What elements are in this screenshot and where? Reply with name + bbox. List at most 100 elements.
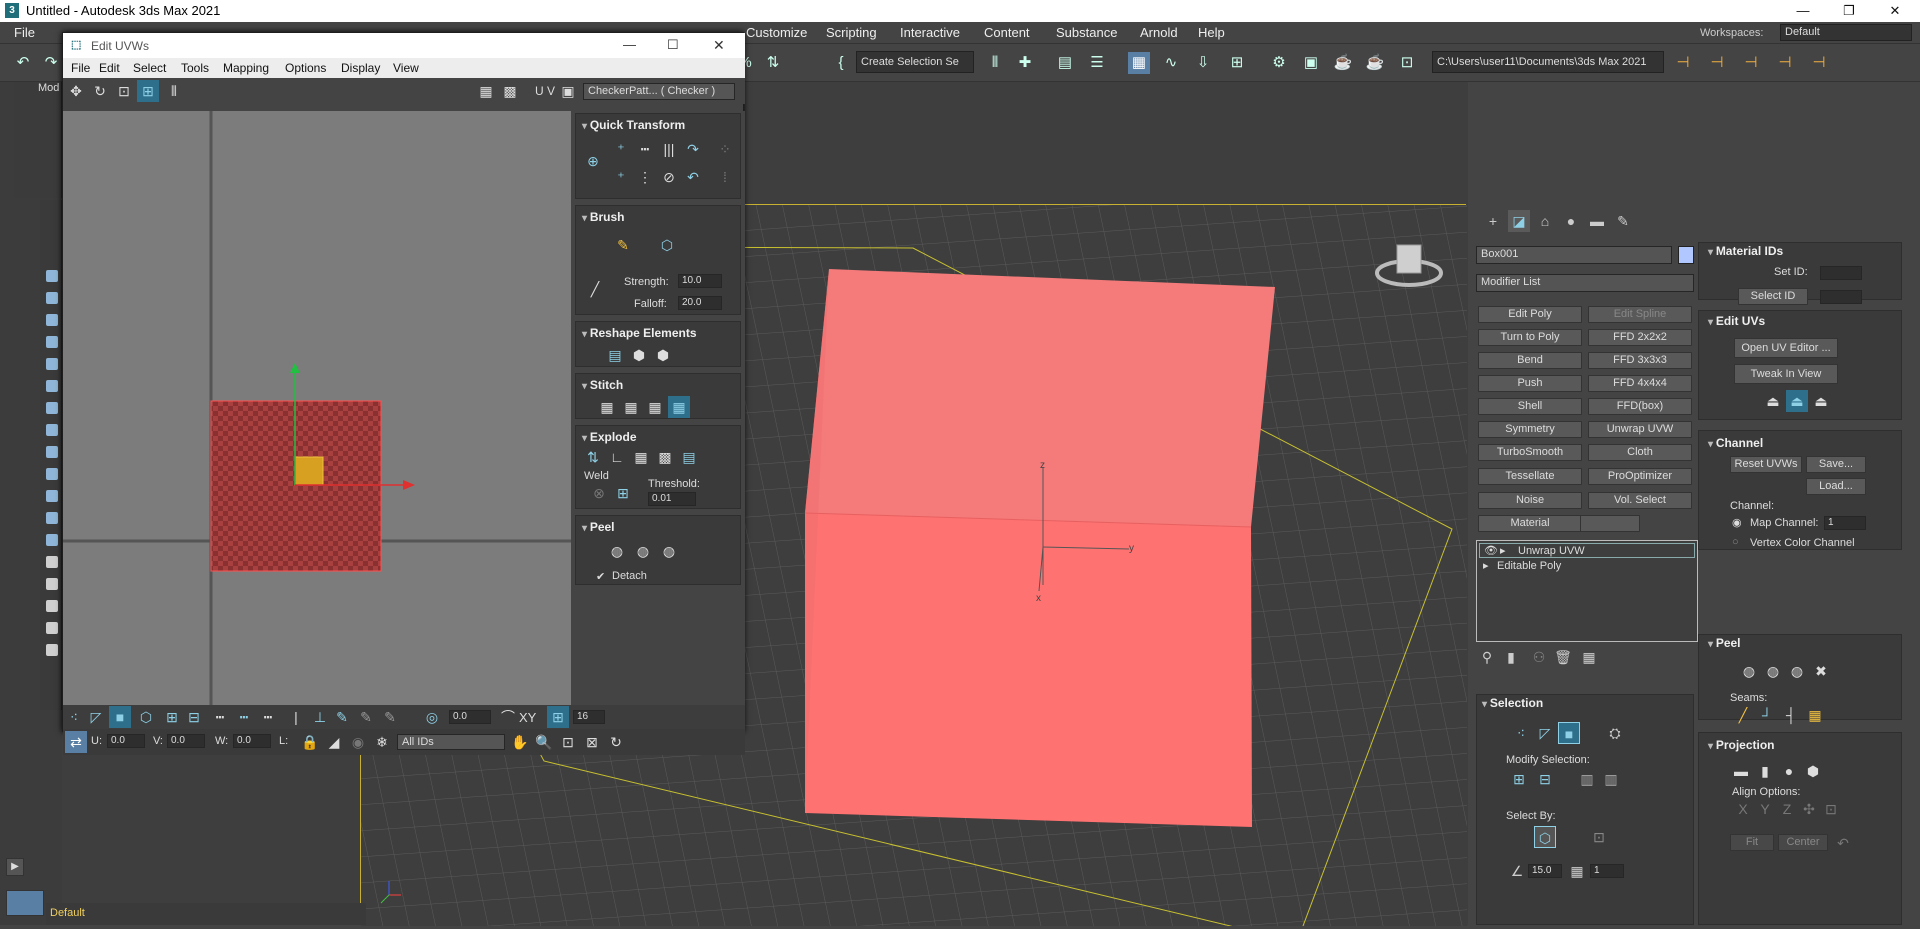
- helpers-icon[interactable]: [46, 380, 58, 392]
- reshape-title[interactable]: Reshape Elements: [582, 326, 697, 340]
- ribbon-icon[interactable]: ▦: [1128, 52, 1150, 74]
- stitch-custom-icon[interactable]: ▦: [596, 396, 618, 418]
- map-channel-spinner[interactable]: 1: [1824, 516, 1866, 530]
- object-color-swatch[interactable]: [1678, 246, 1694, 264]
- relax-icon[interactable]: ⬢: [652, 344, 674, 366]
- shrink-selection-icon[interactable]: ⊟: [1534, 768, 1556, 790]
- uv-loop-grow-icon[interactable]: ┅: [233, 706, 255, 728]
- planar-angle-spinner[interactable]: 15.0: [1528, 864, 1562, 878]
- explode-to-elements-icon[interactable]: ▤: [678, 446, 700, 468]
- uv-grow-icon[interactable]: ⊞: [161, 706, 183, 728]
- spinner-snap-icon[interactable]: ⇅: [762, 52, 784, 74]
- paint-tweak-icon[interactable]: ⏏: [1786, 390, 1808, 412]
- peel-mode-icon[interactable]: ◍: [1762, 660, 1784, 682]
- render-active-icon[interactable]: ☕: [1364, 52, 1386, 74]
- stitch-title[interactable]: Stitch: [582, 378, 623, 392]
- menu-customize[interactable]: Customize: [746, 25, 807, 40]
- peel-title[interactable]: Peel: [1708, 636, 1741, 650]
- hide-icon[interactable]: ◢: [323, 731, 345, 753]
- ids-dropdown[interactable]: All IDs: [397, 734, 505, 750]
- hierarchy-tab-icon[interactable]: ⌂: [1534, 210, 1556, 232]
- reset-peel-icon[interactable]: ◍: [1786, 660, 1808, 682]
- align-center-icon[interactable]: ⋮: [634, 166, 656, 188]
- xrefs-icon[interactable]: [46, 490, 58, 502]
- best-align-icon[interactable]: ✣: [1798, 798, 1820, 820]
- redo-icon[interactable]: ↷: [40, 52, 62, 74]
- planar-map-icon[interactable]: ▬: [1730, 760, 1752, 782]
- uv-grid-snap-icon[interactable]: ⊞: [547, 706, 569, 728]
- groups-icon[interactable]: [46, 424, 58, 436]
- grow-selection-icon[interactable]: ⊞: [1508, 768, 1530, 790]
- expand-icon[interactable]: ▸: [1483, 559, 1489, 572]
- modifier-shell-button[interactable]: Shell: [1478, 398, 1582, 415]
- set-project-icon[interactable]: ⊣: [1706, 52, 1728, 74]
- select-id-spinner[interactable]: [1820, 290, 1862, 304]
- modifier-ffdbox-button[interactable]: FFD(box): [1588, 398, 1692, 415]
- containers-icon[interactable]: [46, 468, 58, 480]
- display-icon[interactable]: [46, 270, 58, 282]
- filter-icon[interactable]: [46, 556, 58, 568]
- curve-editor-icon[interactable]: ∿: [1160, 52, 1182, 74]
- uv-quick-peel-icon[interactable]: ◍: [606, 540, 628, 562]
- linear-align-icon[interactable]: ⊘: [658, 166, 680, 188]
- set-pivot-icon[interactable]: ⊕: [582, 150, 604, 172]
- show-end-result-icon[interactable]: ▮: [1500, 646, 1522, 668]
- map-channel-radio-icon[interactable]: ◉: [1732, 516, 1742, 529]
- cylindrical-map-icon[interactable]: ▮: [1754, 760, 1776, 782]
- stack-item-editable-poly[interactable]: ▸ Editable Poly: [1479, 559, 1695, 574]
- explode-checker-icon[interactable]: ▩: [654, 446, 676, 468]
- edge-mode-icon[interactable]: ◸: [1534, 722, 1556, 744]
- remove-modifier-icon[interactable]: 🗑: [1552, 646, 1574, 668]
- align-z-icon[interactable]: Z: [1776, 798, 1798, 820]
- particles-icon[interactable]: [46, 512, 58, 524]
- modifier-unwrap-button[interactable]: Unwrap UVW: [1588, 421, 1692, 438]
- project-path-dropdown[interactable]: C:\Users\user11\Documents\3ds Max 2021: [1432, 51, 1664, 73]
- uv-peel-mode-icon[interactable]: ◍: [632, 540, 654, 562]
- ring-selection-icon[interactable]: ▥: [1600, 768, 1622, 790]
- cameras-icon[interactable]: [46, 358, 58, 370]
- uv-axis-label[interactable]: U V: [535, 84, 555, 98]
- vertex-mode-icon[interactable]: ⁖: [1510, 722, 1532, 744]
- material-editor-icon[interactable]: ⊞: [1226, 52, 1248, 74]
- load-uvs-button[interactable]: Load...: [1806, 478, 1866, 495]
- rotate-ccw-icon[interactable]: ↶: [682, 166, 704, 188]
- modifier-material-button[interactable]: Material: [1478, 515, 1582, 532]
- box-map-icon[interactable]: ⬢: [1802, 760, 1824, 782]
- uv-edge-icon[interactable]: ◸: [85, 706, 107, 728]
- modifier-turbosmooth-button[interactable]: TurboSmooth: [1478, 444, 1582, 461]
- modifier-vol-select-button[interactable]: Vol. Select: [1588, 492, 1692, 509]
- uv-minimize-icon[interactable]: —: [623, 37, 636, 52]
- zoom-icon[interactable]: 🔍: [533, 731, 555, 753]
- menu-interactive[interactable]: Interactive: [900, 25, 960, 40]
- explode-grid-icon[interactable]: ▦: [630, 446, 652, 468]
- expand-seams-icon[interactable]: ▦: [1804, 704, 1826, 726]
- polygon-mode-icon[interactable]: ■: [1558, 722, 1580, 744]
- modifier-noise-button[interactable]: Noise: [1478, 492, 1582, 509]
- uv-menu-file[interactable]: File: [71, 61, 90, 75]
- texture-icon[interactable]: ▣: [557, 80, 579, 102]
- brush-title[interactable]: Brush: [582, 210, 625, 224]
- uv-peel-title[interactable]: Peel: [582, 520, 615, 534]
- spacewarps-icon[interactable]: [46, 402, 58, 414]
- paint-move-icon[interactable]: ✎: [612, 234, 634, 256]
- align-x-icon[interactable]: X: [1732, 798, 1754, 820]
- select-count-spinner[interactable]: 1: [1590, 864, 1624, 878]
- expand-icon[interactable]: ▸: [1500, 544, 1506, 557]
- modifier-symmetry-button[interactable]: Symmetry: [1478, 421, 1582, 438]
- tweak-mode-icon[interactable]: ⏏: [1762, 390, 1784, 412]
- align-edge-icon[interactable]: ⁘: [714, 138, 736, 160]
- render-setup-icon[interactable]: ⚙: [1268, 52, 1290, 74]
- eye-icon[interactable]: 👁: [1484, 544, 1498, 557]
- threshold-spinner[interactable]: 0.01: [648, 492, 696, 506]
- scene-explorer-icon[interactable]: ▤: [1054, 52, 1076, 74]
- uv-maximize-icon[interactable]: ☐: [667, 37, 679, 53]
- uv-menu-mapping[interactable]: Mapping: [223, 61, 269, 75]
- play-icon[interactable]: ▶: [6, 858, 24, 876]
- straighten-icon[interactable]: ⁞: [714, 166, 736, 188]
- modifier-ffd3-button[interactable]: FFD 3x3x3: [1588, 352, 1692, 369]
- w-spinner[interactable]: 0.0: [233, 734, 271, 748]
- stitch-average-icon[interactable]: ▦: [644, 396, 666, 418]
- modifier-edit-poly-button[interactable]: Edit Poly: [1478, 306, 1582, 323]
- set-id-spinner[interactable]: [1820, 266, 1862, 280]
- shapes-icon[interactable]: [46, 314, 58, 326]
